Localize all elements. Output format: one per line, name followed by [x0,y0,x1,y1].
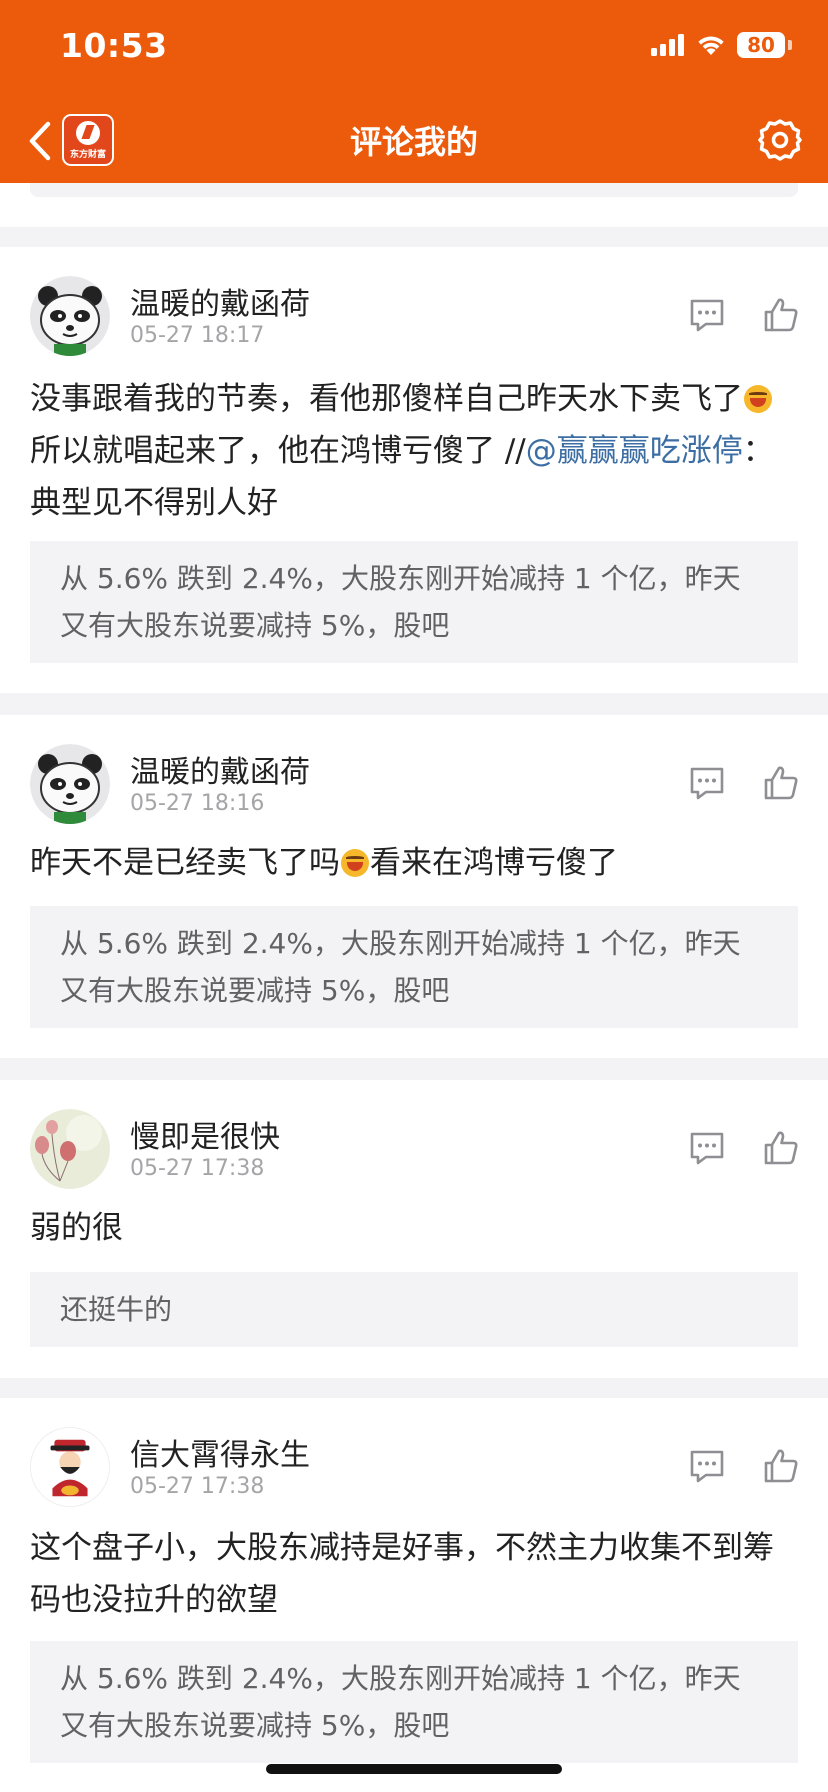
comment-icon[interactable] [688,764,726,802]
laughing-emoji-icon [744,385,772,413]
page-title: 评论我的 [349,123,478,161]
balloons-avatar-icon [30,1109,110,1189]
battery-level: 80 [737,32,785,58]
comment-icon[interactable] [688,1447,726,1485]
thumbs-up-icon[interactable] [762,1129,800,1167]
comment-icon[interactable] [688,296,726,334]
quoted-post[interactable]: 从 5.6% 跌到 2.4%，大股东刚开始减持 1 个亿，昨天又有大股东说要减持… [30,541,798,663]
comment-text-part: 昨天不是已经卖飞了吗 [30,845,340,881]
thumbs-up-icon[interactable] [762,764,800,802]
username[interactable]: 信大霄得永生 [130,1430,310,1474]
comment-text-part: 看来在鸿博亏傻了 [370,845,618,881]
username[interactable]: 温暖的戴函荷 [130,279,310,323]
timestamp: 05-27 18:16 [130,791,265,816]
comment-text: 弱的很 [30,1210,123,1246]
avatar[interactable] [30,1427,110,1507]
comment-text-part: 所以就唱起来了，他在鸿博亏傻了 // [30,433,526,469]
laughing-emoji-icon [341,849,369,877]
wifi-icon [698,36,724,55]
quoted-post[interactable]: 从 5.6% 跌到 2.4%，大股东刚开始减持 1 个亿，昨天又有大股东说要减持… [30,1641,798,1763]
timestamp: 05-27 18:17 [130,323,265,348]
fortune-god-avatar-icon [31,1428,109,1506]
cellular-signal-icon [651,34,684,56]
previous-quote-remnant [30,183,798,197]
home-indicator[interactable] [266,1764,562,1774]
gear-icon[interactable] [758,118,802,162]
previous-card-remnant [0,183,828,227]
battery-indicator: 80 [737,32,792,58]
status-time: 10:53 [60,26,168,65]
quoted-post[interactable]: 还挺牛的 [30,1272,798,1347]
thumbs-up-icon[interactable] [762,1447,800,1485]
thumbs-up-icon[interactable] [762,296,800,334]
comment-card[interactable]: 温暖的戴函荷 05-27 18:17 没事跟着我的节奏，看他那傻样自己昨天水下卖… [0,247,828,693]
status-icons: 80 [651,32,792,58]
avatar[interactable] [30,1109,110,1189]
panda-avatar-icon [30,744,110,824]
comment-card[interactable]: 慢即是很快 05-27 17:38 弱的很 还挺牛的 [0,1080,828,1378]
comment-text: 这个盘子小，大股东减持是好事，不然主力收集不到筹码也没拉升的欲望 [30,1530,774,1618]
comment-card[interactable]: 温暖的戴函荷 05-27 18:16 昨天不是已经卖飞了吗 看来在鸿博亏傻了 从 … [0,715,828,1058]
quoted-post[interactable]: 从 5.6% 跌到 2.4%，大股东刚开始减持 1 个亿，昨天又有大股东说要减持… [30,906,798,1028]
comment-text: 昨天不是已经卖飞了吗 看来在鸿博亏傻了 [30,837,798,889]
avatar[interactable] [30,744,110,824]
avatar[interactable] [30,276,110,356]
timestamp: 05-27 17:38 [130,1156,265,1181]
comment-card[interactable]: 信大霄得永生 05-27 17:38 这个盘子小，大股东减持是好事，不然主力收集… [0,1398,828,1792]
app-header: 10:53 80 东方财富 评论我的 [0,0,828,183]
comment-text-part: 没事跟着我的节奏，看他那傻样自己昨天水下卖飞了 [30,381,743,417]
timestamp: 05-27 17:38 [130,1474,265,1499]
panda-avatar-icon [30,276,110,356]
battery-tip [788,40,792,50]
user-mention-link[interactable]: @赢赢赢吃涨停 [526,433,743,469]
username[interactable]: 慢即是很快 [130,1112,280,1156]
comment-icon[interactable] [688,1129,726,1167]
username[interactable]: 温暖的戴函荷 [130,747,310,791]
comment-text: 没事跟着我的节奏，看他那傻样自己昨天水下卖飞了所以就唱起来了，他在鸿博亏傻了 /… [30,373,798,529]
